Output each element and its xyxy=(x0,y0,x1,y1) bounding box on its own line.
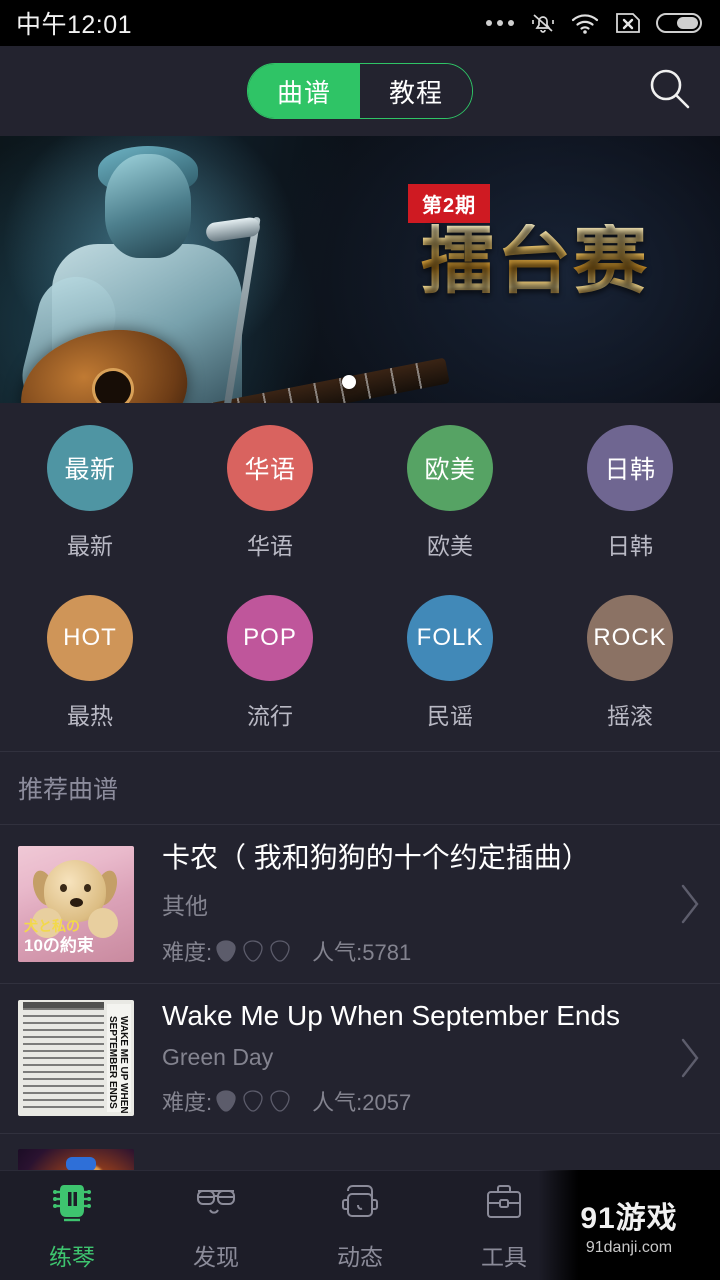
bottom-nav: 练琴 发现 动态 工具 91游戏 91danji.com xyxy=(0,1170,720,1280)
promo-banner[interactable]: 第2期 擂台赛 斗琴PK赢大奖 谁是大神等揭榜 xyxy=(0,136,720,403)
popularity-value: 5781 xyxy=(362,939,412,965)
category-hot[interactable]: HOT 最热 xyxy=(0,595,180,731)
category-label: 摇滚 xyxy=(607,703,653,729)
status-bar: 中午12:01 xyxy=(0,0,720,46)
song-artist: 其他 xyxy=(162,892,208,919)
category-jp-kr[interactable]: 日韩 日韩 xyxy=(540,425,720,561)
nav-label: 练琴 xyxy=(49,1244,95,1270)
popularity: 人气:5781 xyxy=(312,935,411,967)
category-row-1: 最新 最新 华语 华语 欧美 欧美 日韩 日韩 xyxy=(0,425,720,561)
category-bubble: POP xyxy=(227,595,313,681)
category-bubble: FOLK xyxy=(407,595,493,681)
app-screen: 中午12:01 曲谱 教程 第2期 擂台赛 最新 最新 华语 华语 欧美 欧美 … xyxy=(0,0,720,1280)
category-grid: 最新 最新 华语 华语 欧美 欧美 日韩 日韩 HOT 最热 POP 流行 FO… xyxy=(0,403,720,751)
difficulty-picks xyxy=(216,1090,290,1112)
toolbox-icon xyxy=(481,1179,527,1230)
category-bubble: ROCK xyxy=(587,595,673,681)
nav-label: 动态 xyxy=(337,1244,383,1270)
segmented-control[interactable]: 曲谱 教程 xyxy=(247,63,473,119)
song-artist: Green Day xyxy=(162,1044,274,1071)
popularity-label: 人气: xyxy=(312,1090,363,1116)
chevron-right-icon[interactable] xyxy=(668,882,702,926)
song-info: Wake Me Up When September Ends Green Day… xyxy=(134,999,668,1118)
category-label: 最新 xyxy=(67,533,113,559)
category-chinese[interactable]: 华语 华语 xyxy=(180,425,360,561)
song-thumbnail: 犬と私の 10の約束 xyxy=(18,845,134,962)
difficulty-group: 难度: xyxy=(162,1085,290,1117)
site-watermark: 91游戏 91danji.com xyxy=(538,1170,720,1280)
guitar-pick-icon-empty xyxy=(243,1090,263,1112)
category-rock[interactable]: ROCK 摇滚 xyxy=(540,595,720,731)
wifi-icon xyxy=(570,11,600,35)
battery-icon xyxy=(656,11,704,35)
bell-muted-icon xyxy=(530,9,556,37)
category-bubble: 华语 xyxy=(227,425,313,511)
section-heading: 推荐曲谱 xyxy=(0,752,720,824)
category-pop[interactable]: POP 流行 xyxy=(180,595,360,731)
song-info: 卡农（ 我和狗狗的十个约定插曲） 其他 难度: 人气:5781 xyxy=(134,841,668,967)
watermark-url: 91danji.com xyxy=(585,1239,673,1256)
more-dots-icon xyxy=(486,20,514,26)
category-row-2: HOT 最热 POP 流行 FOLK 民谣 ROCK 摇滚 xyxy=(0,595,720,731)
nav-item-practice[interactable]: 练琴 xyxy=(0,1179,144,1272)
difficulty-label: 难度: xyxy=(162,1090,213,1116)
nav-label: 工具 xyxy=(481,1244,527,1270)
category-latest[interactable]: 最新 最新 xyxy=(0,425,180,561)
banner-page-dot[interactable] xyxy=(342,375,356,389)
app-header: 曲谱 教程 xyxy=(0,46,720,136)
guitar-pick-icon-filled xyxy=(216,1090,236,1112)
sim-x-icon xyxy=(614,11,642,35)
category-label: 华语 xyxy=(247,533,293,559)
guitar-pick-icon-empty xyxy=(243,939,263,962)
difficulty-group: 难度: xyxy=(162,935,290,967)
nav-label: 发现 xyxy=(193,1244,239,1270)
popularity-label: 人气: xyxy=(312,939,363,965)
song-title: Wake Me Up When September Ends xyxy=(162,999,621,1031)
popularity: 人气:2057 xyxy=(312,1085,411,1117)
chevron-right-icon[interactable] xyxy=(668,1036,702,1080)
banner-title: 擂台赛 xyxy=(385,224,685,298)
watermark-title: 91游戏 xyxy=(580,1202,678,1235)
difficulty-picks xyxy=(216,939,290,962)
category-label: 最热 xyxy=(67,703,113,729)
category-bubble: 最新 xyxy=(47,425,133,511)
nav-item-discover[interactable]: 发现 xyxy=(144,1179,288,1272)
song-thumbnail: WAKE ME UP WHEN SEPTEMBER ENDS xyxy=(18,999,134,1116)
song-meta: 难度: xyxy=(162,935,668,967)
sunglasses-face-icon xyxy=(193,1179,239,1230)
category-folk[interactable]: FOLK 民谣 xyxy=(360,595,540,731)
guitar-headstock-icon xyxy=(49,1179,95,1230)
guitar-pick-icon-empty xyxy=(270,939,290,962)
category-bubble: HOT xyxy=(47,595,133,681)
song-meta: 难度: xyxy=(162,1085,668,1117)
guitar-pick-icon-empty xyxy=(270,1090,290,1112)
thumb-text-side: WAKE ME UP WHEN SEPTEMBER ENDS xyxy=(107,1015,129,1114)
thumb-text-line2: 10の約束 xyxy=(24,935,94,955)
category-label: 流行 xyxy=(247,703,293,729)
nav-item-feed[interactable]: 动态 xyxy=(288,1179,432,1272)
tab-tutorials[interactable]: 教程 xyxy=(360,64,472,118)
category-western[interactable]: 欧美 欧美 xyxy=(360,425,540,561)
search-icon xyxy=(645,64,695,119)
category-label: 日韩 xyxy=(607,533,653,559)
tab-scores[interactable]: 曲谱 xyxy=(248,64,360,118)
category-label: 欧美 xyxy=(427,533,473,559)
table-row[interactable]: WAKE ME UP WHEN SEPTEMBER ENDS Wake Me U… xyxy=(0,982,720,1134)
guitar-pick-icon-filled xyxy=(216,939,236,962)
difficulty-label: 难度: xyxy=(162,939,213,965)
search-button[interactable] xyxy=(642,63,698,119)
status-icons xyxy=(486,9,704,37)
status-time: 中午12:01 xyxy=(16,11,133,39)
category-bubble: 日韩 xyxy=(587,425,673,511)
person-avatar-icon xyxy=(337,1179,383,1230)
category-label: 民谣 xyxy=(427,703,473,729)
popularity-value: 2057 xyxy=(362,1090,412,1116)
song-title: 卡农（ 我和狗狗的十个约定插曲） xyxy=(162,842,590,873)
table-row[interactable]: 犬と私の 10の約束 卡农（ 我和狗狗的十个约定插曲） 其他 难度: 人气:57… xyxy=(0,825,720,983)
category-bubble: 欧美 xyxy=(407,425,493,511)
